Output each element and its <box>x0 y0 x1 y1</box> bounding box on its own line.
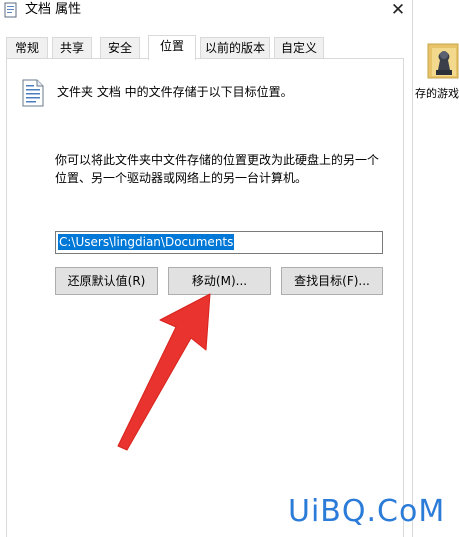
location-heading: 文件夹 文档 中的文件存储于以下目标位置。 <box>57 85 293 99</box>
tab-customize[interactable]: 自定义 <box>274 37 324 58</box>
move-button[interactable]: 移动(M)... <box>168 267 271 295</box>
path-input-value: C:\Users\lingdian\Documents <box>58 234 235 250</box>
location-tab-panel <box>6 58 404 537</box>
location-description: 你可以将此文件夹中文件存储的位置更改为此硬盘上的另一个 位置、另一个驱动器或网络… <box>55 151 385 187</box>
tab-general[interactable]: 常规 <box>6 37 48 58</box>
window-title: 文档 属性 <box>25 2 82 17</box>
saved-games-folder-icon[interactable] <box>422 38 459 88</box>
document-icon <box>22 79 44 107</box>
folder-document-icon <box>4 2 17 18</box>
description-line: 位置、另一个驱动器或网络上的另一台计算机。 <box>55 171 308 185</box>
tab-security[interactable]: 安全 <box>100 37 140 58</box>
tab-strip: 常规 共享 安全 位置 以前的版本 自定义 <box>6 35 406 60</box>
path-input[interactable]: C:\Users\lingdian\Documents <box>55 231 383 254</box>
screenshot-page: 存的游戏 文档 属性 ✕ 常规 共享 安全 位置 以前的版本 自定义 文件夹 文… <box>0 0 459 537</box>
properties-dialog: 文档 属性 ✕ 常规 共享 安全 位置 以前的版本 自定义 文件夹 文档 中的文… <box>0 0 413 537</box>
title-bar[interactable]: 文档 属性 ✕ <box>0 0 412 28</box>
restore-default-button[interactable]: 还原默认值(R) <box>55 267 158 295</box>
tab-previous-versions[interactable]: 以前的版本 <box>200 37 270 58</box>
tab-location[interactable]: 位置 <box>148 35 196 60</box>
watermark-logo: UiBQ.CoM <box>288 494 446 529</box>
close-icon[interactable]: ✕ <box>384 0 412 22</box>
tab-sharing[interactable]: 共享 <box>52 37 92 58</box>
description-line: 你可以将此文件夹中文件存储的位置更改为此硬盘上的另一个 <box>55 153 380 167</box>
desktop-icon-label: 存的游戏 <box>415 87 459 100</box>
find-target-button[interactable]: 查找目标(F)... <box>281 267 383 295</box>
